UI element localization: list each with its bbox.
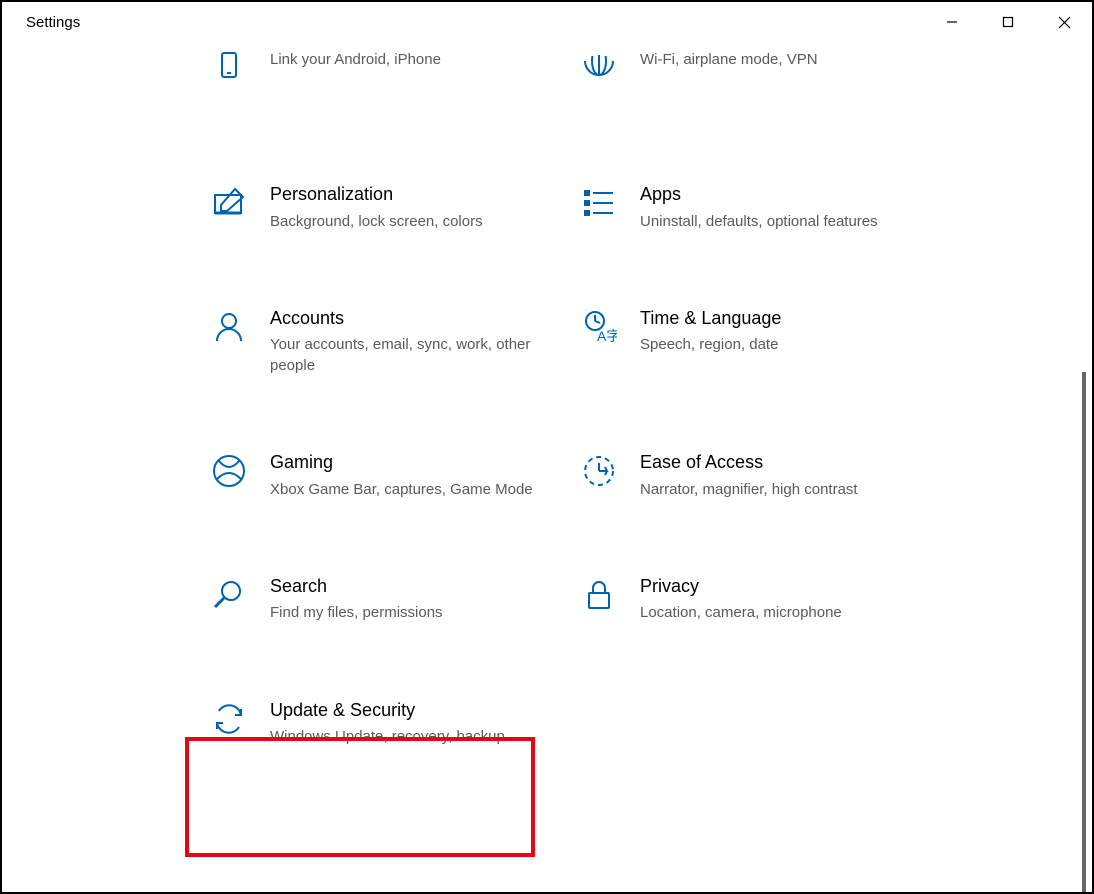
tile-timelang-title: Time & Language	[640, 308, 904, 330]
svg-text:A字: A字	[597, 328, 617, 344]
ease-of-access-icon	[580, 452, 618, 490]
content-area: Link your Android, iPhone Wi-Fi, airplan…	[2, 42, 1092, 892]
window-controls	[924, 2, 1092, 42]
tile-phone[interactable]: Link your Android, iPhone	[202, 42, 542, 96]
update-security-icon	[210, 700, 248, 738]
tile-search-title: Search	[270, 576, 534, 598]
privacy-icon	[580, 576, 618, 614]
tile-phone-desc: Link your Android, iPhone	[270, 50, 534, 70]
globe-icon	[580, 50, 618, 88]
tile-privacy-title: Privacy	[640, 576, 904, 598]
tile-search-desc: Find my files, permissions	[270, 603, 534, 623]
tile-privacy[interactable]: Privacy Location, camera, microphone	[572, 568, 912, 632]
tile-accounts[interactable]: Accounts Your accounts, email, sync, wor…	[202, 300, 542, 384]
tile-personalization[interactable]: Personalization Background, lock screen,…	[202, 176, 542, 240]
tile-search[interactable]: Search Find my files, permissions	[202, 568, 542, 632]
tile-gaming-desc: Xbox Game Bar, captures, Game Mode	[270, 480, 534, 500]
tile-apps-title: Apps	[640, 184, 904, 206]
time-language-icon: A字	[580, 308, 618, 346]
tile-ease-desc: Narrator, magnifier, high contrast	[640, 480, 904, 500]
window-title: Settings	[26, 14, 80, 31]
tile-network[interactable]: Wi-Fi, airplane mode, VPN	[572, 42, 912, 96]
gaming-icon	[210, 452, 248, 490]
apps-icon	[580, 184, 618, 222]
phone-icon	[210, 50, 248, 88]
tile-ease[interactable]: Ease of Access Narrator, magnifier, high…	[572, 444, 912, 508]
tile-accounts-desc: Your accounts, email, sync, work, other …	[270, 335, 534, 376]
tile-network-desc: Wi-Fi, airplane mode, VPN	[640, 50, 904, 70]
tile-timelang-desc: Speech, region, date	[640, 335, 904, 355]
highlight-box	[185, 737, 535, 857]
close-button[interactable]	[1036, 2, 1092, 42]
personalization-icon	[210, 184, 248, 222]
tile-accounts-title: Accounts	[270, 308, 534, 330]
search-icon	[210, 576, 248, 614]
tile-gaming[interactable]: Gaming Xbox Game Bar, captures, Game Mod…	[202, 444, 542, 508]
tile-personalization-desc: Background, lock screen, colors	[270, 212, 534, 232]
tile-privacy-desc: Location, camera, microphone	[640, 603, 904, 623]
tile-timelang[interactable]: A字 Time & Language Speech, region, date	[572, 300, 912, 384]
tile-personalization-title: Personalization	[270, 184, 534, 206]
accounts-icon	[210, 308, 248, 346]
tile-gaming-title: Gaming	[270, 452, 534, 474]
titlebar: Settings	[2, 2, 1092, 42]
minimize-button[interactable]	[924, 2, 980, 42]
tile-ease-title: Ease of Access	[640, 452, 904, 474]
tile-apps-desc: Uninstall, defaults, optional features	[640, 212, 904, 232]
maximize-button[interactable]	[980, 2, 1036, 42]
scrollbar[interactable]	[1082, 372, 1086, 892]
tile-apps[interactable]: Apps Uninstall, defaults, optional featu…	[572, 176, 912, 240]
tile-update-title: Update & Security	[270, 700, 534, 722]
